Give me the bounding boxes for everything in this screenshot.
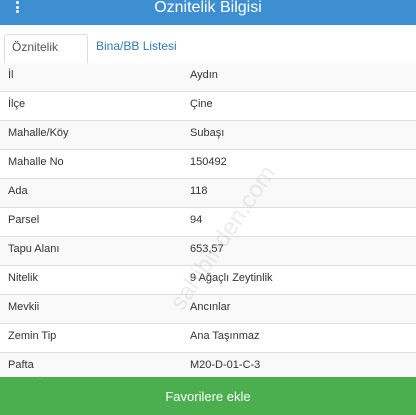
- table-row: İl Aydın: [0, 63, 416, 92]
- table-row: Parsel 94: [0, 208, 416, 237]
- row-value: 653,57: [190, 243, 224, 255]
- table-row: Mevkii Ancınlar: [0, 295, 416, 324]
- table-row: Mahalle No 150492: [0, 150, 416, 179]
- row-value: Aydın: [190, 69, 218, 81]
- attribute-table: İl Aydın İlçe Çine Mahalle/Köy Subaşı Ma…: [0, 63, 416, 382]
- more-menu-icon[interactable]: [10, 0, 24, 15]
- add-to-favorites-button[interactable]: Favorilere ekle: [0, 377, 416, 415]
- row-value: Subaşı: [190, 127, 225, 139]
- header-bar: Öznitelik Bilgisi: [0, 0, 416, 25]
- table-row: Tapu Alanı 653,57: [0, 237, 416, 266]
- row-value: 118: [190, 185, 208, 197]
- table-row: İlçe Çine: [0, 92, 416, 121]
- row-key: Mevkii: [8, 301, 40, 313]
- row-key: Pafta: [8, 359, 34, 371]
- row-key: İl: [8, 69, 14, 81]
- row-key: Mahalle No: [8, 156, 64, 168]
- tab-bar: Öznitelik Bilgisi Bina/BB Listesi: [0, 25, 416, 79]
- row-key: Parsel: [8, 214, 40, 226]
- row-value: Ana Taşınmaz: [190, 330, 260, 342]
- row-value: 94: [190, 214, 203, 226]
- row-value: Çine: [190, 98, 213, 110]
- row-key: İlçe: [8, 98, 26, 110]
- row-value: Ancınlar: [190, 301, 231, 313]
- page-title: Öznitelik Bilgisi: [154, 0, 262, 16]
- table-row: Mahalle/Köy Subaşı: [0, 121, 416, 150]
- table-row: Ada 118: [0, 179, 416, 208]
- row-key: Tapu Alanı: [8, 243, 60, 255]
- row-key: Ada: [8, 185, 28, 197]
- table-row: Nitelik 9 Ağaçlı Zeytinlik: [0, 266, 416, 295]
- tab-building-list[interactable]: Bina/BB Listesi: [89, 34, 184, 64]
- row-value: 9 Ağaçlı Zeytinlik: [190, 272, 273, 284]
- row-value: M20-D-01-C-3: [190, 359, 261, 371]
- row-key: Mahalle/Köy: [8, 127, 69, 139]
- row-value: 150492: [190, 156, 227, 168]
- table-row: Zemin Tip Ana Taşınmaz: [0, 324, 416, 353]
- tab-attribute-info[interactable]: Öznitelik Bilgisi: [4, 34, 88, 79]
- row-key: Nitelik: [8, 272, 38, 284]
- row-key: Zemin Tip: [8, 330, 57, 342]
